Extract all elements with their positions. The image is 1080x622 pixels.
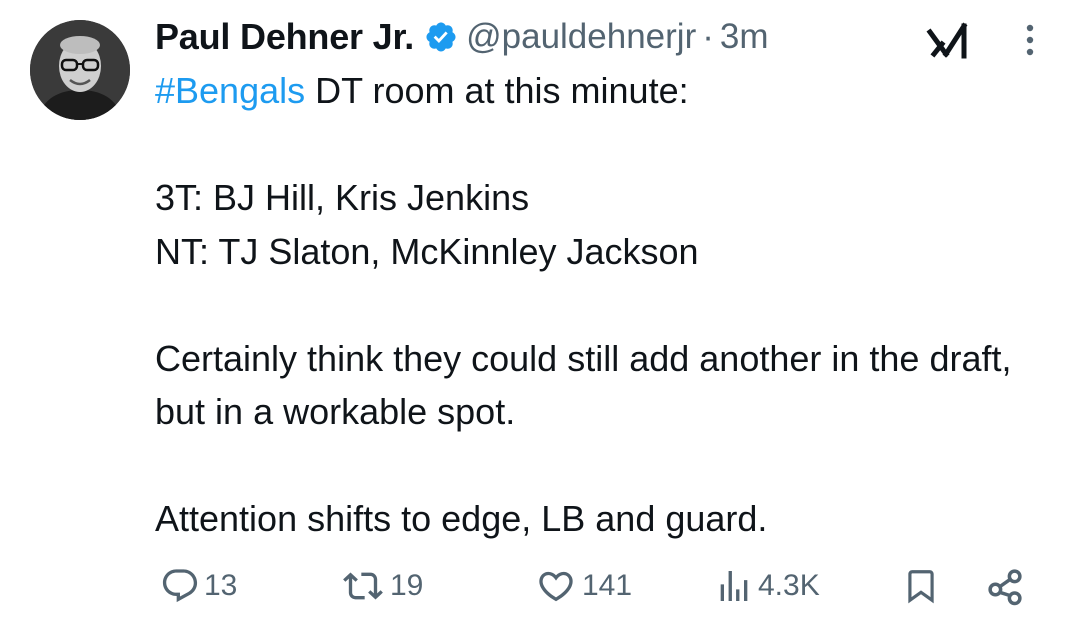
verified-badge-icon: [424, 20, 458, 54]
tweet-timestamp[interactable]: 3m: [720, 17, 769, 57]
tweet-line-1: #Bengals DT room at this minute:: [155, 64, 1055, 118]
share-icon: [988, 569, 1022, 606]
tweet-line-4: Certainly think they could still add ano…: [155, 337, 1012, 433]
reply-icon: [162, 569, 198, 603]
author-handle[interactable]: @pauldehnerjr: [466, 17, 696, 57]
author-name[interactable]: Paul Dehner Jr.: [155, 16, 414, 58]
author-avatar[interactable]: [30, 20, 130, 120]
more-vertical-icon[interactable]: [1016, 22, 1044, 58]
repost-button[interactable]: 19: [340, 562, 423, 610]
tweet-text: #Bengals DT room at this minute: 3T: BJ …: [155, 64, 1055, 546]
reply-button[interactable]: 13: [160, 562, 237, 610]
heart-icon: [539, 571, 573, 602]
tweet-actions: 13 19 141 4.3K: [0, 562, 1080, 610]
tweet-line-2: 3T: BJ Hill, Kris Jenkins: [155, 177, 530, 218]
grok-icon[interactable]: [926, 18, 970, 60]
like-button[interactable]: 141: [534, 562, 632, 610]
like-count: 141: [582, 569, 633, 602]
reply-count: 13: [204, 569, 238, 602]
repost-count: 19: [390, 569, 424, 602]
tweet-line-1-text: DT room at this minute:: [305, 70, 689, 111]
repost-icon: [343, 572, 383, 600]
tweet-line-3: NT: TJ Slaton, McKinnley Jackson: [155, 230, 699, 272]
tweet-header: Paul Dehner Jr. @pauldehnerjr · 3m: [155, 14, 769, 60]
views-icon: [720, 571, 748, 601]
share-button[interactable]: [984, 562, 1026, 610]
separator-dot: ·: [702, 17, 714, 56]
views-count: 4.3K: [758, 569, 820, 602]
bookmark-icon: [908, 570, 934, 604]
views-button[interactable]: 4.3K: [714, 562, 820, 610]
bookmark-button[interactable]: [902, 562, 940, 610]
author-avatar-image: [30, 20, 130, 120]
tweet-line-5: Attention shifts to edge, LB and guard.: [155, 498, 768, 539]
hashtag-link[interactable]: #Bengals: [155, 70, 305, 111]
